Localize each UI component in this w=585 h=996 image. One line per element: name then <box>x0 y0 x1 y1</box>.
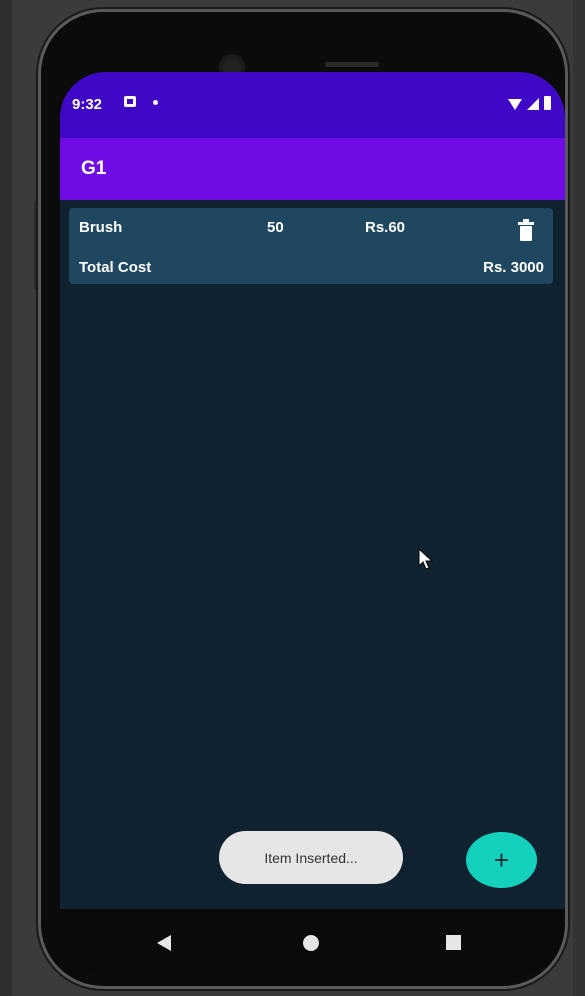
app-bar: G1 <box>60 138 565 200</box>
add-item-button[interactable]: + <box>466 832 537 888</box>
item-name: Brush <box>79 219 123 236</box>
signal-icon <box>527 98 539 110</box>
toast-message: Item Inserted... <box>219 831 403 884</box>
recents-icon[interactable] <box>446 935 461 950</box>
item-quantity: 50 <box>267 219 284 236</box>
phone-screen: 9:32 G1 Brush 50 Rs.60 Total Cost Rs. 30… <box>60 72 565 978</box>
total-cost-label: Total Cost <box>79 259 152 276</box>
app-title: G1 <box>81 158 107 179</box>
desktop-left-edge <box>0 0 12 996</box>
status-time: 9:32 <box>72 96 103 113</box>
navigation-bar <box>60 909 565 978</box>
phone-side-button <box>34 200 41 290</box>
speaker-grille <box>325 62 379 67</box>
item-price: Rs.60 <box>365 219 406 236</box>
desktop-right-edge <box>573 0 585 996</box>
status-bar: 9:32 <box>60 72 565 138</box>
notification-icon <box>124 96 136 107</box>
mouse-cursor-icon <box>418 548 434 570</box>
item-card[interactable]: Brush 50 Rs.60 Total Cost Rs. 3000 <box>69 208 553 284</box>
battery-icon <box>544 96 551 110</box>
back-icon[interactable] <box>157 935 171 951</box>
home-icon[interactable] <box>303 935 319 951</box>
dot-icon <box>153 100 158 105</box>
total-cost-value: Rs. 3000 <box>483 259 544 276</box>
status-icons <box>508 94 551 110</box>
wifi-icon <box>508 99 522 110</box>
trash-icon[interactable] <box>517 219 535 241</box>
